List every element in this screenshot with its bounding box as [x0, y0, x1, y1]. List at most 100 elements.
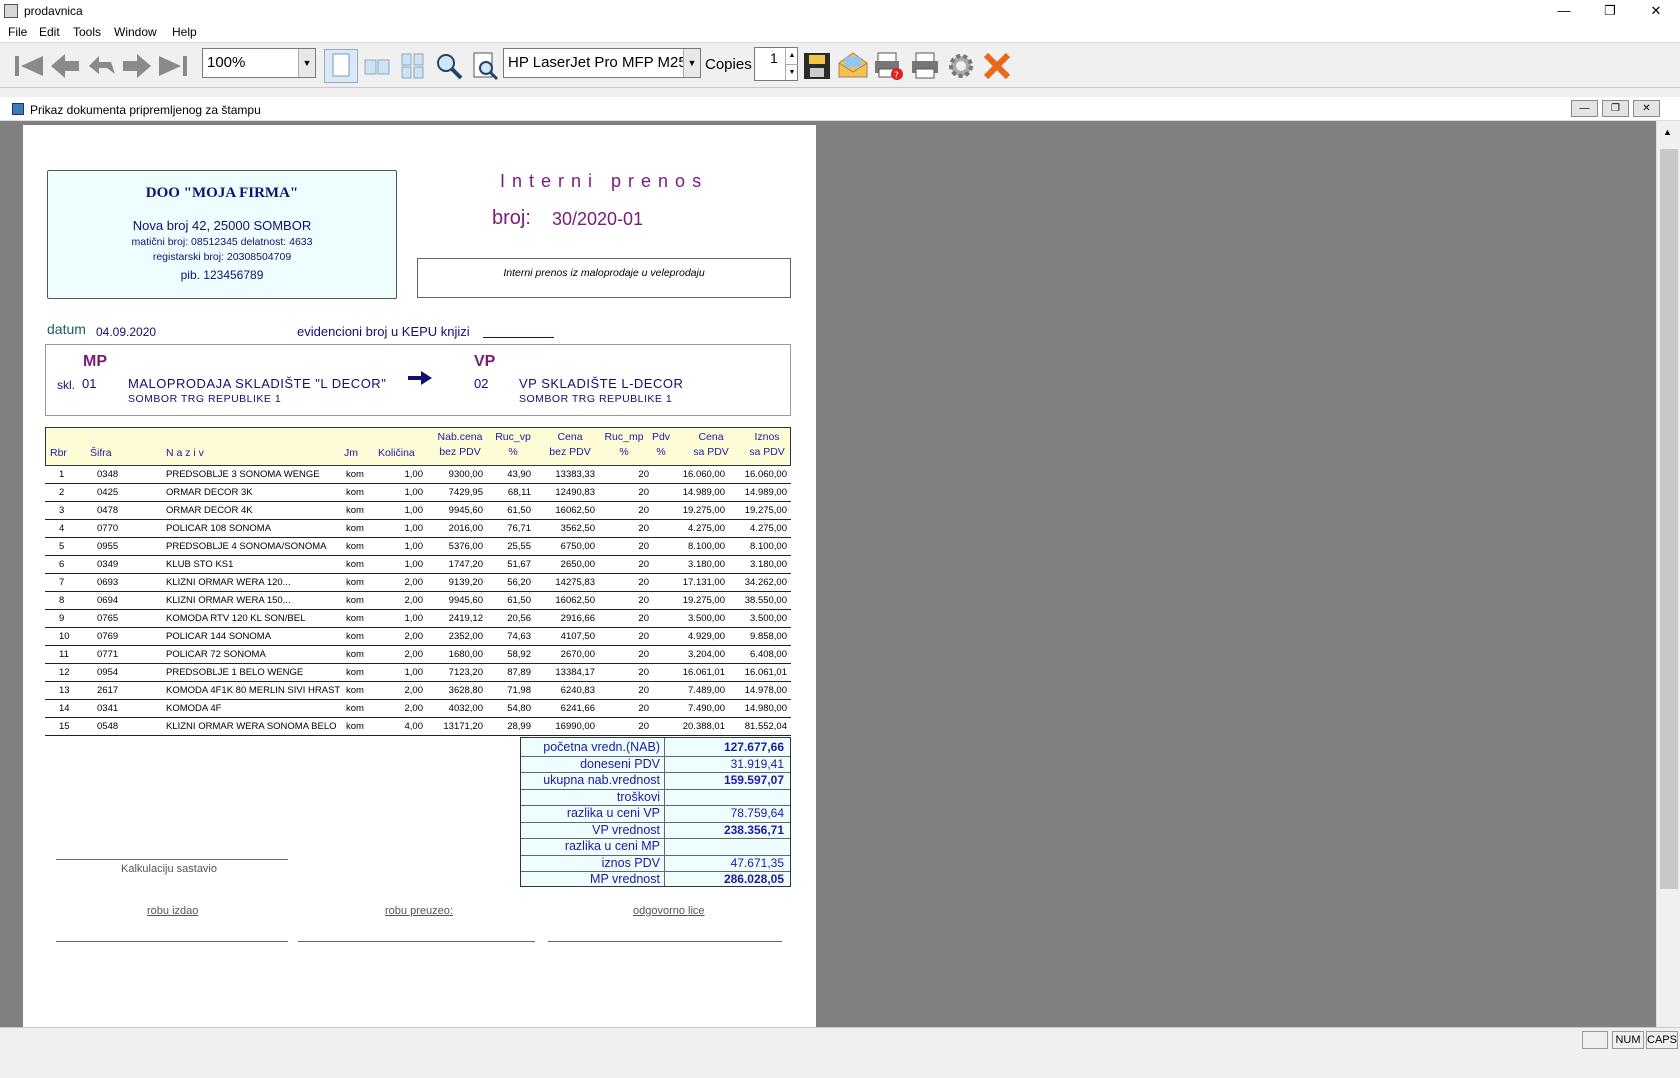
- gear-icon[interactable]: [944, 49, 978, 83]
- cell-sifra: 0765: [97, 613, 119, 624]
- cell-ruc-vp: 74,63: [507, 631, 531, 642]
- vertical-scrollbar[interactable]: ▲: [1656, 121, 1680, 1027]
- next-page-icon[interactable]: [120, 49, 154, 83]
- single-page-icon[interactable]: [324, 49, 358, 83]
- chevron-down-icon[interactable]: ▼: [298, 49, 315, 77]
- zoom-select[interactable]: 100% ▼: [202, 48, 316, 78]
- print-icon[interactable]: [908, 49, 942, 83]
- cell-nab-cena: 2352,00: [448, 631, 483, 642]
- cell-cena-sa-pdv: 17.131,00: [682, 577, 725, 588]
- cell-pdv: 20: [638, 703, 649, 714]
- page-zoom-icon[interactable]: [468, 49, 502, 83]
- cell-cena-sa-pdv: 3.180,00: [688, 559, 725, 570]
- previous-page-icon[interactable]: [48, 49, 82, 83]
- printer-value: HP LaserJet Pro MFP M25-: [508, 54, 692, 71]
- close-button[interactable]: ✕: [1634, 0, 1678, 22]
- zoom-icon[interactable]: [432, 49, 466, 83]
- back-icon[interactable]: [84, 49, 118, 83]
- menu-edit[interactable]: Edit: [39, 25, 60, 39]
- four-pages-icon[interactable]: [396, 49, 430, 83]
- summary-label: iznos PDV: [601, 855, 660, 870]
- document-window-title-bar: Prikaz dokumenta pripremljenog za štampu…: [0, 97, 1680, 121]
- summary-value: 31.919,41: [730, 756, 784, 771]
- table-row: 7 0693 KLIZNI ORMAR WERA 120... kom 2,00 9139…: [45, 574, 791, 592]
- scrollbar-thumb[interactable]: [1660, 149, 1678, 889]
- kepu-label: evidencioni broj u KEPU knjizi: [297, 324, 470, 339]
- child-close-button[interactable]: ✕: [1633, 100, 1660, 117]
- cell-cena-bez-pdv: 6240,83: [560, 685, 595, 696]
- copies-value: 1: [770, 50, 778, 66]
- header-kolicina: Količina: [378, 447, 415, 459]
- cell-jm: kom: [346, 469, 364, 480]
- cell-nab-cena: 4032,00: [448, 703, 483, 714]
- table-row: 11 0771 POLICAR 72 SONOMA kom 2,00 1680,00 58,…: [45, 646, 791, 664]
- cell-pdv: 20: [638, 469, 649, 480]
- table-row: 13 2617 KOMODA 4F1K 80 MERLIN SIVI HRAST ko…: [45, 682, 791, 700]
- cell-rbr: 10: [59, 631, 70, 642]
- cell-kolicina: 1,00: [404, 667, 424, 678]
- cell-rbr: 13: [59, 685, 70, 696]
- document-page: DOO "MOJA FIRMA" Nova broj 42, 25000 SOM…: [23, 125, 816, 1027]
- cell-iznos: 14.978,00: [744, 685, 787, 696]
- header-cena-line2: bez PDV: [549, 446, 591, 458]
- cell-jm: kom: [346, 685, 364, 696]
- menu-help[interactable]: Help: [172, 25, 197, 39]
- chevron-down-icon[interactable]: ▼: [785, 64, 798, 80]
- cell-iznos: 8.100,00: [750, 541, 787, 552]
- cell-sifra: 0769: [97, 631, 119, 642]
- date-value: 04.09.2020: [96, 325, 157, 339]
- table-row: 6 0349 KLUB STO KS1 kom 1,00 1747,20 51,67 2650…: [45, 556, 791, 574]
- printer-select[interactable]: HP LaserJet Pro MFP M25- ▼: [503, 48, 701, 78]
- first-page-icon[interactable]: [12, 49, 46, 83]
- summary-label: doneseni PDV: [580, 756, 660, 771]
- chevron-up-icon[interactable]: ▲: [1663, 127, 1672, 137]
- from-name: MALOPRODAJA SKLADIŠTE "L DECOR": [128, 376, 387, 391]
- two-pages-icon[interactable]: [360, 49, 394, 83]
- menu-tools[interactable]: Tools: [73, 25, 101, 39]
- document-title: Interni prenos: [500, 171, 709, 191]
- save-icon[interactable]: [800, 49, 834, 83]
- printer-setup-icon[interactable]: ?: [872, 49, 906, 83]
- summary-label: razlika u ceni VP: [566, 806, 660, 820]
- menu-file[interactable]: File: [8, 25, 27, 39]
- header-naziv: N a z i v: [166, 447, 204, 459]
- header-nabcena-line1: Nab.cena: [437, 431, 483, 443]
- header-rucmp-line2: %: [619, 446, 629, 458]
- menu-window[interactable]: Window: [114, 25, 157, 39]
- cell-rbr: 5: [59, 541, 65, 552]
- header-jm: Jm: [344, 447, 358, 459]
- table-row: 12 0954 PREDSOBLJE 1 BELO WENGE kom 1,00 7123…: [45, 664, 791, 682]
- cell-pdv: 20: [638, 667, 649, 678]
- table-row: 3 0478 ORMAR DECOR 4K kom 1,00 9945,60 61,50 16…: [45, 502, 791, 520]
- summary-divider-line: [521, 805, 790, 806]
- firm-pib: pib. 123456789: [180, 268, 264, 282]
- summary-value: 159.597,07: [723, 773, 784, 787]
- minimize-button[interactable]: —: [1542, 0, 1586, 22]
- restore-button[interactable]: ❐: [1588, 0, 1632, 22]
- cell-nab-cena: 9945,60: [448, 595, 483, 606]
- cell-jm: kom: [346, 721, 364, 732]
- cell-ruc-vp: 68,11: [507, 487, 531, 498]
- copies-stepper[interactable]: 1 ▲ ▼: [754, 47, 798, 81]
- chevron-down-icon[interactable]: ▼: [683, 49, 700, 77]
- summary-value: 238.356,71: [723, 822, 784, 837]
- last-page-icon[interactable]: [156, 49, 190, 83]
- cell-pdv: 20: [638, 613, 649, 624]
- child-minimize-button[interactable]: —: [1571, 100, 1598, 117]
- cell-nab-cena: 2016,00: [448, 523, 483, 534]
- header-nabcena-line2: bez PDV: [439, 446, 481, 458]
- chevron-up-icon[interactable]: ▲: [785, 48, 798, 64]
- summary-divider-line: [521, 821, 790, 823]
- cell-iznos: 34.262,00: [744, 577, 787, 588]
- cell-nab-cena: 2419,12: [448, 613, 483, 624]
- cell-ruc-vp: 61,50: [507, 595, 531, 606]
- child-restore-button[interactable]: ❐: [1602, 100, 1629, 117]
- close-icon[interactable]: [980, 49, 1014, 83]
- menu-bar: File Edit Tools Window Help: [0, 22, 1680, 42]
- cell-nab-cena: 9300,00: [448, 469, 483, 480]
- cell-cena-bez-pdv: 16062,50: [555, 505, 595, 516]
- email-icon[interactable]: [836, 49, 870, 83]
- header-rbr: Rbr: [50, 447, 67, 459]
- cell-nab-cena: 1680,00: [448, 649, 483, 660]
- summary-value: 286.028,05: [723, 872, 784, 886]
